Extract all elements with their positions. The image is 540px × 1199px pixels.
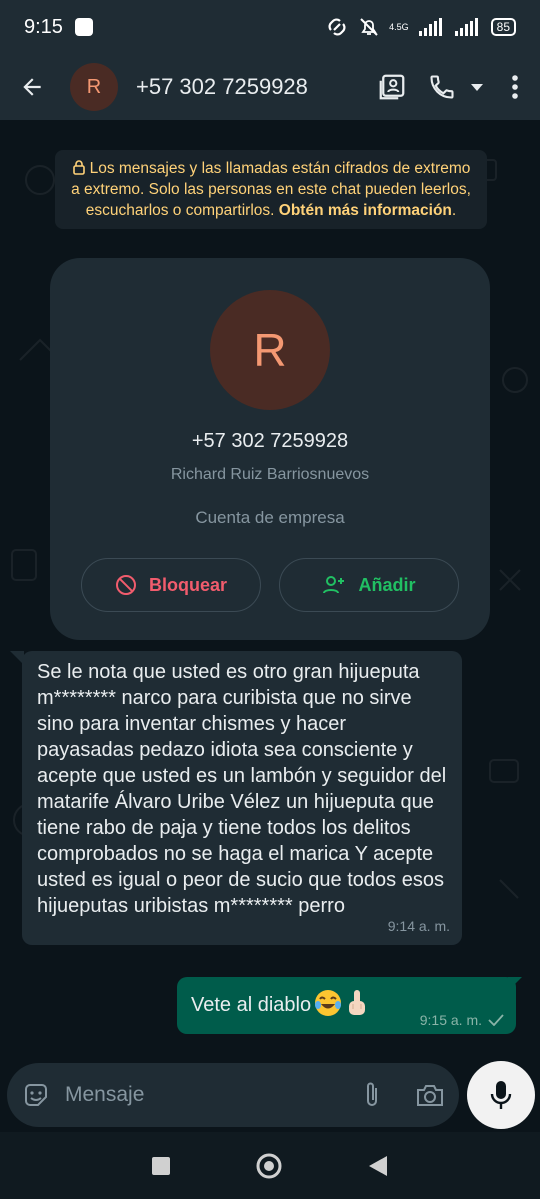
lock-icon [72,160,85,175]
microphone-icon [490,1081,512,1109]
sticker-icon [25,1084,47,1106]
single-check-icon [488,1014,504,1026]
contact-title[interactable]: +57 302 7259928 [136,74,308,100]
status-bar: 9:15 4.5G 85 [0,0,540,54]
voice-message-button[interactable] [467,1061,535,1129]
message-time: 9:14 a. m. [387,918,450,934]
block-button[interactable]: Bloquear [81,558,261,612]
notification-icon [74,18,93,36]
message-composer: Mensaje [7,1063,459,1127]
contact-phone: +57 302 7259928 [191,430,349,452]
contact-avatar[interactable]: R [70,63,118,111]
signal-icon [418,18,445,36]
learn-more-link[interactable]: Obtén más información [279,202,452,219]
back-button[interactable] [0,54,64,120]
more-options-button[interactable] [490,54,540,120]
contact-name: Richard Ruiz Barriosnuevos [170,466,370,483]
message-text: Se le nota que usted es otro gran hijuep… [37,661,447,917]
camera-icon [417,1085,443,1106]
contact-info-card: R +57 302 7259928 Richard Ruiz Barriosnu… [50,258,490,640]
account-type: Cuenta de empresa [195,508,345,527]
encryption-suffix: . [451,202,457,219]
mute-bell-icon [359,17,379,37]
contact-avatar-large: R [210,290,330,410]
laughing-tears-emoji [313,988,343,1024]
paperclip-icon [367,1082,377,1106]
back-triangle-icon[interactable] [367,1154,389,1178]
camera-button[interactable] [401,1063,459,1127]
recents-square-icon[interactable] [151,1156,171,1176]
add-contact-button[interactable]: Añadir [279,558,459,612]
message-input[interactable]: Mensaje [65,1083,343,1107]
status-icons: 4.5G 85 [325,17,516,37]
link-icon [325,18,349,36]
phone-icon [430,75,454,99]
encryption-notice[interactable]: Los mensajes y las llamadas están cifrad… [55,150,487,229]
call-button[interactable] [420,54,464,120]
more-vert-icon [512,75,518,99]
outgoing-message[interactable]: Vete al diablo 9:15 a. m. [177,977,516,1034]
dropdown-triangle-icon [471,84,483,91]
incoming-message[interactable]: Se le nota que usted es otro gran hijuep… [22,651,462,945]
signal-icon-2 [454,18,481,36]
sticker-button[interactable] [7,1063,65,1127]
network-type: 4.5G [389,21,409,32]
message-time: 9:15 a. m. [419,1012,482,1028]
contact-card-icon [379,74,405,100]
message-text: Vete al diablo [191,994,312,1016]
call-options-dropdown[interactable] [464,54,490,120]
system-nav-bar [0,1132,540,1199]
message-meta: 9:15 a. m. [420,1012,504,1028]
back-arrow-icon [23,78,41,96]
status-time: 9:15 [24,15,63,38]
chat-header: R +57 302 7259928 [0,54,540,120]
add-person-icon [323,576,345,594]
middle-finger-emoji [345,988,369,1024]
chat-area[interactable]: Los mensajes y las llamadas están cifrad… [0,120,540,1132]
outgoing-bubble-tail [508,977,522,991]
add-label: Añadir [358,574,416,595]
block-icon [115,575,136,595]
contact-card-button[interactable] [364,54,420,120]
attach-button[interactable] [343,1063,401,1127]
home-circle-icon[interactable] [255,1152,283,1180]
block-label: Bloquear [148,574,227,595]
battery-indicator: 85 [490,18,516,36]
